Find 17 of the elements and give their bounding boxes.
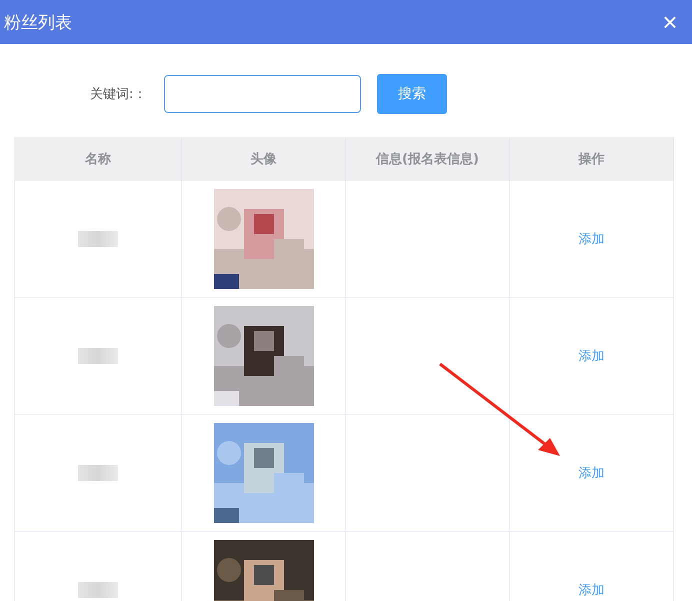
add-link[interactable]: 添加 <box>578 464 604 482</box>
keyword-label: 关键词:： <box>90 86 148 103</box>
column-header: 操作 <box>510 137 674 181</box>
redacted-name <box>78 582 118 598</box>
column-header: 名称 <box>15 137 182 181</box>
search-button[interactable]: 搜索 <box>377 74 447 114</box>
keyword-input-field[interactable] <box>164 75 361 113</box>
redacted-name <box>78 465 118 481</box>
column-header: 信息(报名表信息) <box>346 137 510 181</box>
close-button[interactable]: × <box>648 0 692 44</box>
redacted-name <box>78 348 118 364</box>
column-header: 头像 <box>182 137 346 181</box>
add-link[interactable]: 添加 <box>578 347 604 365</box>
dialog-title: 粉丝列表 <box>4 12 72 34</box>
add-link[interactable]: 添加 <box>578 581 604 599</box>
redacted-name <box>78 231 118 247</box>
add-link[interactable]: 添加 <box>578 230 604 248</box>
